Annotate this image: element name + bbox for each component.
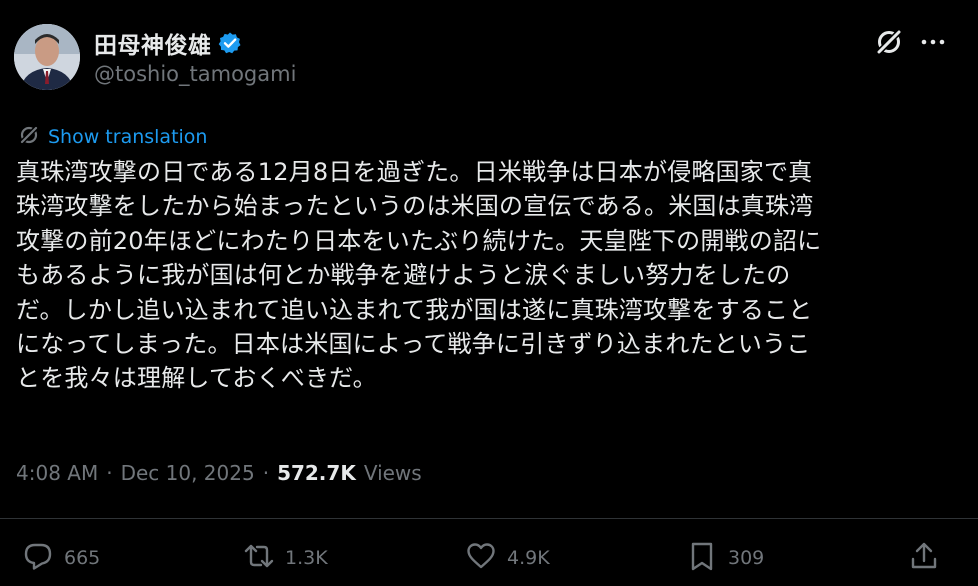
- views-label: Views: [363, 461, 422, 485]
- reply-button[interactable]: 665: [22, 540, 100, 576]
- action-bar: 665 1.3K 4.9K 309: [0, 540, 978, 580]
- reply-icon: [22, 540, 54, 576]
- share-icon: [908, 540, 940, 576]
- translate-icon: [18, 124, 40, 150]
- like-icon: [465, 540, 497, 576]
- meta-separator: ·: [262, 461, 270, 485]
- author-handle[interactable]: @toshio_tamogami: [94, 62, 296, 86]
- bookmark-button[interactable]: 309: [686, 540, 764, 576]
- show-translation-button[interactable]: Show translation: [18, 124, 207, 150]
- avatar-image: [14, 24, 80, 90]
- repost-button[interactable]: 1.3K: [243, 540, 328, 576]
- views-count: 572.7K: [277, 461, 356, 485]
- bookmark-count: 309: [728, 547, 765, 569]
- grok-icon[interactable]: [873, 26, 905, 58]
- author-display-name[interactable]: 田母神俊雄: [94, 26, 212, 60]
- show-translation-label[interactable]: Show translation: [48, 126, 207, 148]
- like-button[interactable]: 4.9K: [465, 540, 550, 576]
- reply-count: 665: [64, 547, 101, 569]
- share-button[interactable]: [908, 540, 940, 576]
- verified-badge-icon: [218, 31, 242, 55]
- post-date[interactable]: Dec 10, 2025: [121, 461, 255, 485]
- repost-icon: [243, 540, 275, 576]
- post-meta: 4:08 AM · Dec 10, 2025 · 572.7K Views: [16, 461, 422, 485]
- post-time[interactable]: 4:08 AM: [16, 461, 98, 485]
- more-icon[interactable]: [919, 28, 947, 56]
- like-count: 4.9K: [507, 547, 550, 569]
- meta-separator: ·: [106, 461, 113, 485]
- post-text: 真珠湾攻撃の日である12月8日を過ぎた。日米戦争は日本が侵略国家で真 珠湾攻撃を…: [16, 158, 822, 393]
- avatar[interactable]: [14, 24, 80, 90]
- repost-count: 1.3K: [285, 547, 328, 569]
- author-name-row[interactable]: 田母神俊雄: [94, 26, 242, 60]
- bookmark-icon: [686, 540, 718, 576]
- divider: [0, 518, 978, 519]
